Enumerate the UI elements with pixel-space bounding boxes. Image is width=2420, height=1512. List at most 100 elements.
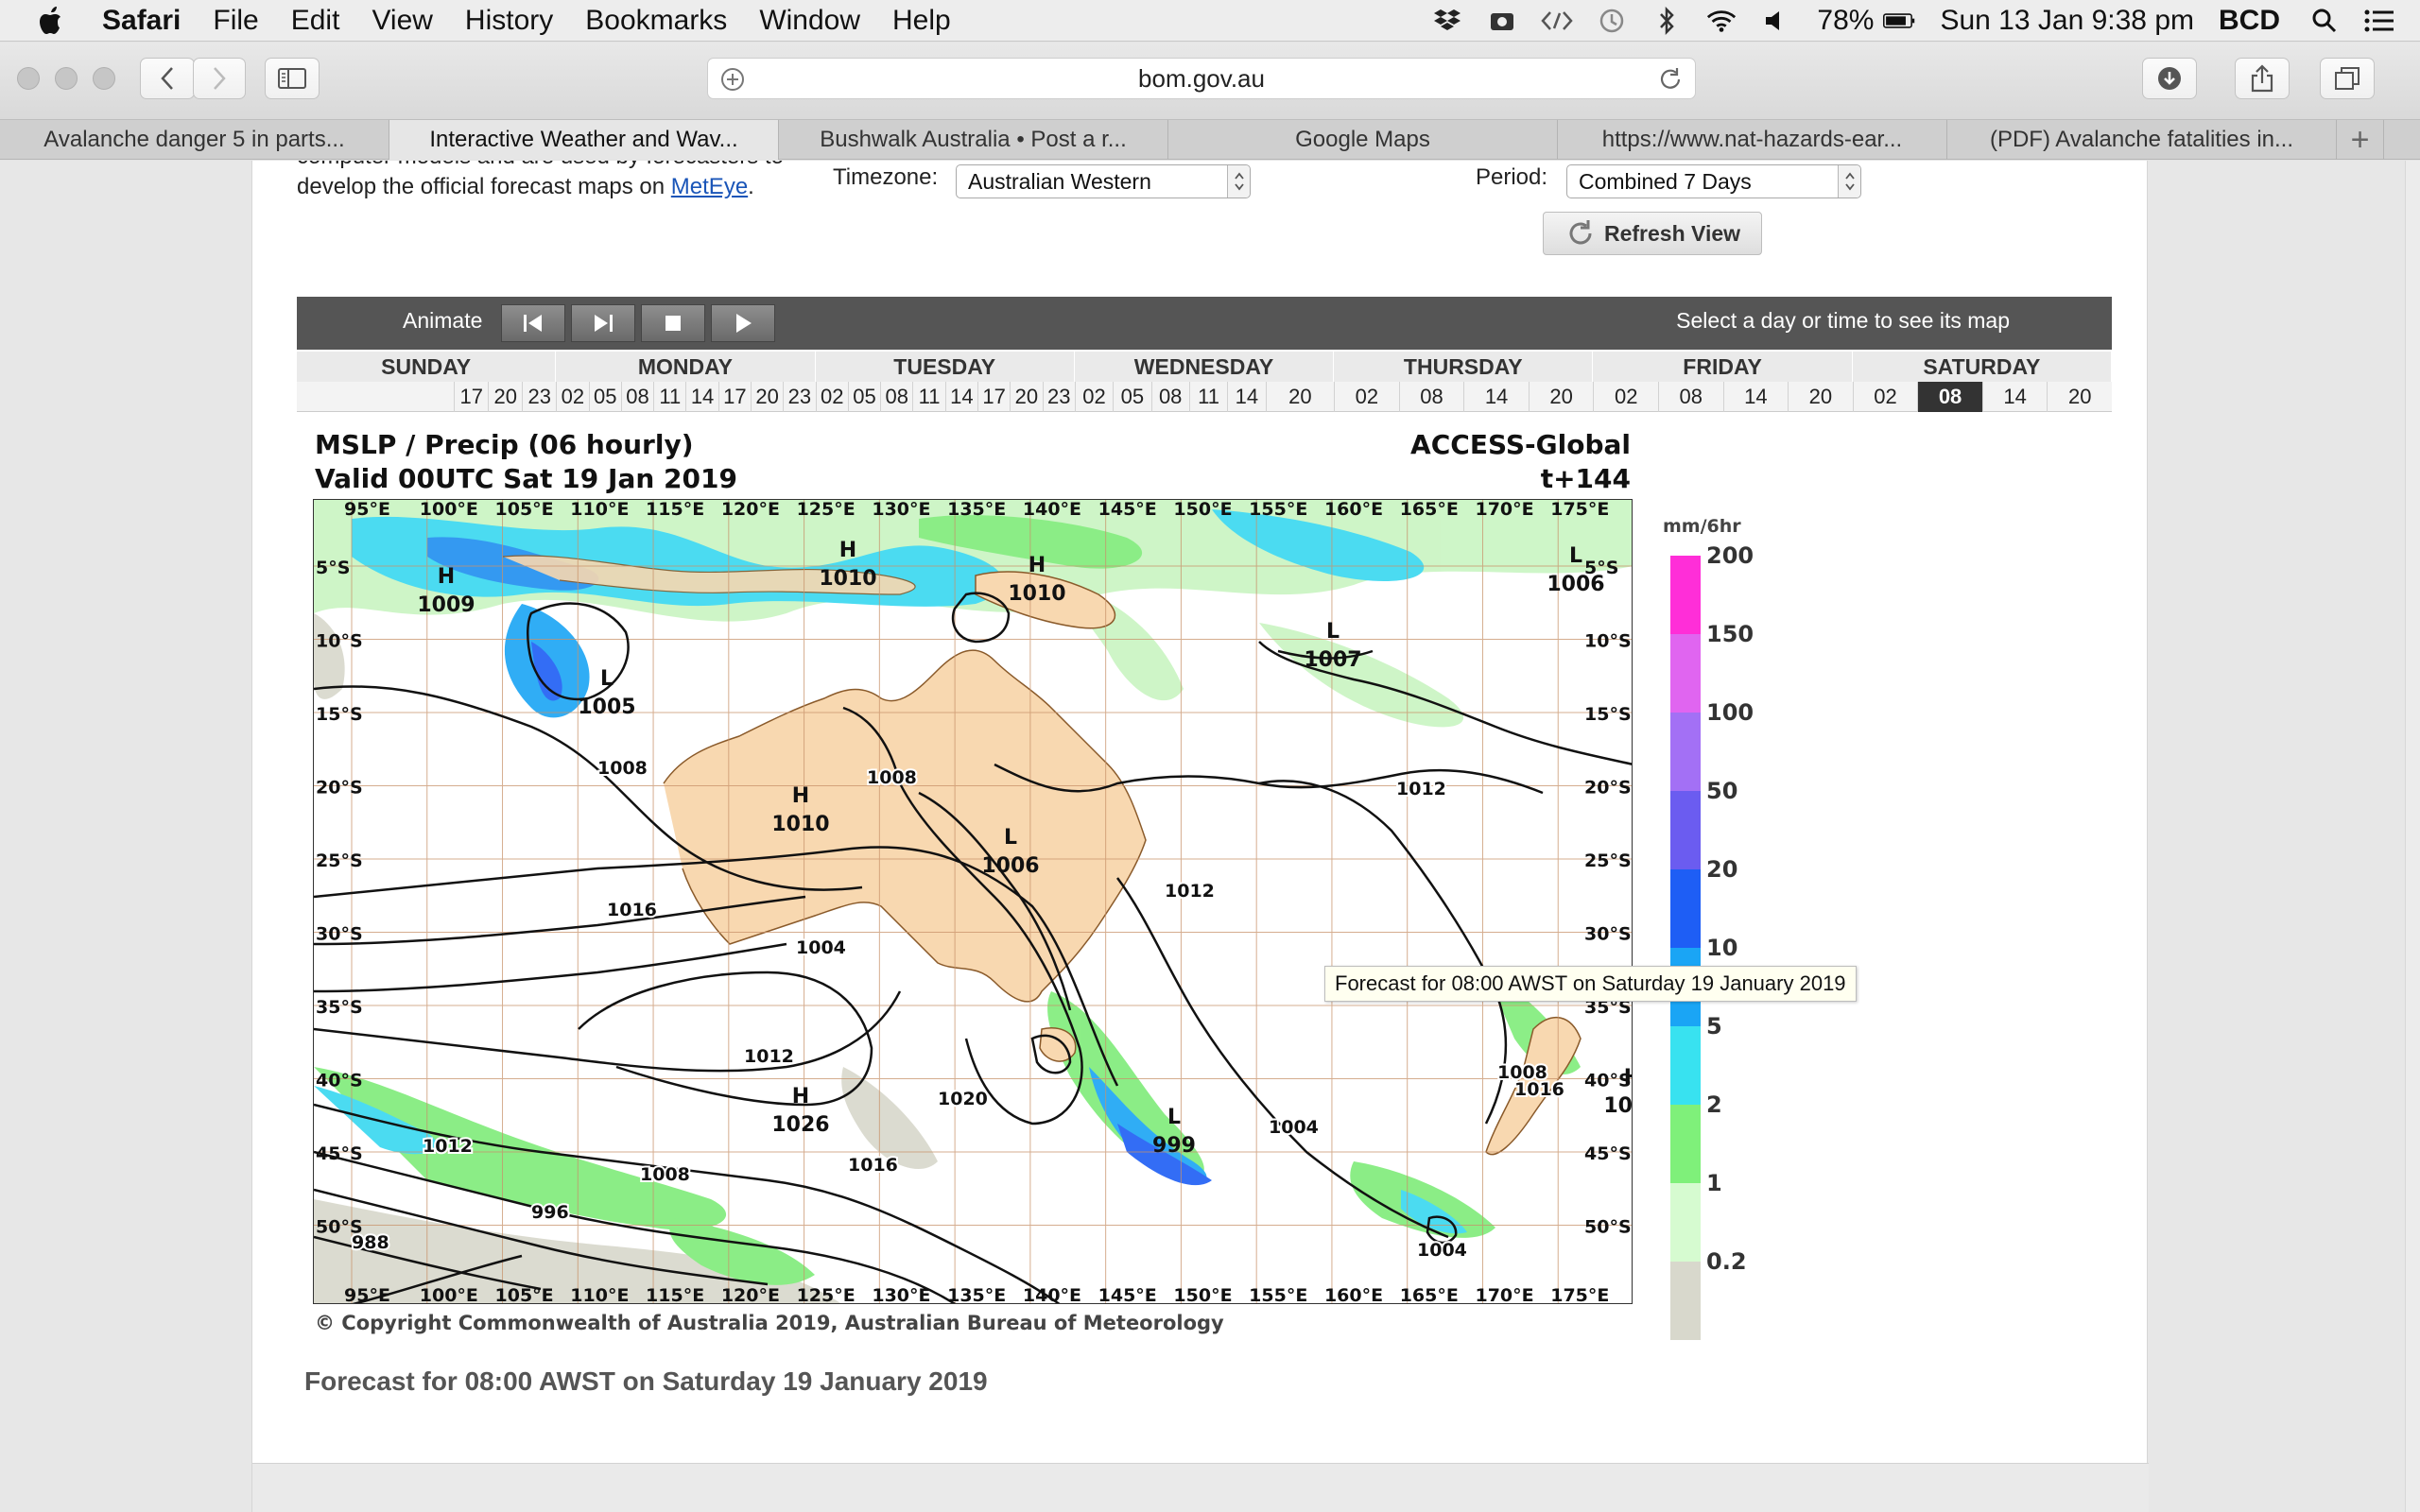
hour-sunday-23[interactable]: 23 <box>522 382 556 412</box>
timezone-select[interactable]: Australian Western <box>956 164 1251 198</box>
hour-tuesday-17[interactable]: 17 <box>977 382 1010 412</box>
hour-monday-05[interactable]: 05 <box>588 382 621 412</box>
apple-icon[interactable] <box>36 5 68 37</box>
hour-wednesday-14[interactable]: 14 <box>1227 382 1265 412</box>
back-button[interactable] <box>140 58 195 99</box>
user-name[interactable]: BCD <box>2219 5 2280 37</box>
volume-icon[interactable] <box>1760 7 1792 35</box>
day-saturday[interactable]: SATURDAY <box>1853 352 2112 382</box>
hour-monday-08[interactable]: 08 <box>620 382 653 412</box>
address-bar[interactable]: bom.gov.au <box>707 58 1696 99</box>
hour-saturday-20[interactable]: 20 <box>2047 382 2112 412</box>
lon-label-top: 120°E <box>721 500 780 520</box>
day-friday[interactable]: FRIDAY <box>1593 352 1853 382</box>
time-machine-icon[interactable] <box>1596 7 1628 35</box>
day-monday[interactable]: MONDAY <box>556 352 816 382</box>
hour-saturday-14[interactable]: 14 <box>1981 382 2048 412</box>
clock[interactable]: Sun 13 Jan 9:38 pm <box>1940 5 2194 37</box>
forecast-map[interactable]: 95°E 95°E 100°E 100°E 105°E 105°E 110°E 110°E 11… <box>313 499 1633 1304</box>
tab-interactive-weather[interactable]: Interactive Weather and Wav... <box>389 120 779 160</box>
hour-thursday-20[interactable]: 20 <box>1528 382 1594 412</box>
page-scrollbar[interactable] <box>2405 161 2420 1512</box>
day-tuesday[interactable]: TUESDAY <box>816 352 1075 382</box>
menu-bookmarks[interactable]: Bookmarks <box>585 5 727 37</box>
first-frame-button[interactable] <box>501 304 565 342</box>
day-wednesday[interactable]: WEDNESDAY <box>1075 352 1335 382</box>
hour-tuesday-02[interactable]: 02 <box>815 382 848 412</box>
hour-sunday-20[interactable]: 20 <box>488 382 522 412</box>
menu-file[interactable]: File <box>213 5 258 37</box>
new-tab-button[interactable]: + <box>2337 120 2384 160</box>
tab-avalanche-fatalities[interactable]: (PDF) Avalanche fatalities in... <box>1947 120 2337 160</box>
tab-overview-button[interactable] <box>2320 58 2375 99</box>
intro-line-1: computer models and are used by forecast… <box>297 161 826 172</box>
hour-monday-20[interactable]: 20 <box>751 382 783 412</box>
minimize-window-button[interactable] <box>55 67 78 90</box>
hour-monday-17[interactable]: 17 <box>717 382 751 412</box>
downloads-button[interactable] <box>2142 58 2197 99</box>
day-thursday[interactable]: THURSDAY <box>1334 352 1594 382</box>
hour-tuesday-05[interactable]: 05 <box>847 382 880 412</box>
hour-monday-11[interactable]: 11 <box>653 382 685 412</box>
dropbox-icon[interactable] <box>1431 7 1463 35</box>
menu-window[interactable]: Window <box>759 5 860 37</box>
tab-bushwalk-australia[interactable]: Bushwalk Australia • Post a r... <box>779 120 1168 160</box>
pressure-centre-type: L <box>1326 620 1340 644</box>
hour-friday-20[interactable]: 20 <box>1788 382 1853 412</box>
stop-button[interactable] <box>641 304 705 342</box>
meteye-link[interactable]: MetEye <box>671 174 748 199</box>
zoom-window-button[interactable] <box>93 67 115 90</box>
menu-app-safari[interactable]: Safari <box>102 5 181 37</box>
hour-monday-02[interactable]: 02 <box>556 382 588 412</box>
battery-icon[interactable] <box>1883 7 1915 35</box>
code-icon[interactable] <box>1541 7 1574 35</box>
menu-help[interactable]: Help <box>892 5 951 37</box>
hour-wednesday-11[interactable]: 11 <box>1188 382 1227 412</box>
tab-avalanche-danger[interactable]: Avalanche danger 5 in parts... <box>0 120 389 160</box>
hour-wednesday-05[interactable]: 05 <box>1113 382 1150 412</box>
hour-thursday-14[interactable]: 14 <box>1463 382 1529 412</box>
next-frame-button[interactable] <box>571 304 635 342</box>
period-select[interactable]: Combined 7 Days <box>1566 164 1861 198</box>
forward-button[interactable] <box>193 58 246 99</box>
close-window-button[interactable] <box>17 67 40 90</box>
hour-tuesday-11[interactable]: 11 <box>912 382 944 412</box>
url-text[interactable]: bom.gov.au <box>1138 64 1265 94</box>
share-button[interactable] <box>2235 58 2290 99</box>
day-sunday[interactable]: SUNDAY <box>297 352 557 382</box>
hour-saturday-08[interactable]: 08 <box>1917 382 1982 412</box>
hour-thursday-08[interactable]: 08 <box>1398 382 1464 412</box>
hour-wednesday-20[interactable]: 20 <box>1265 382 1335 412</box>
lon-label-bottom: 165°E <box>1400 1285 1459 1304</box>
tab-google-maps[interactable]: Google Maps <box>1168 120 1558 160</box>
notification-center-icon[interactable] <box>2363 7 2395 35</box>
sidebar-button[interactable] <box>265 58 320 99</box>
menu-edit[interactable]: Edit <box>291 5 340 37</box>
menu-history[interactable]: History <box>465 5 553 37</box>
menu-view[interactable]: View <box>372 5 432 37</box>
bluetooth-icon[interactable] <box>1651 7 1683 35</box>
wifi-icon[interactable] <box>1705 7 1737 35</box>
tab-nat-hazards[interactable]: https://www.nat-hazards-ear... <box>1558 120 1947 160</box>
add-bookmark-icon[interactable] <box>719 66 746 99</box>
hour-tuesday-20[interactable]: 20 <box>1010 382 1042 412</box>
hour-wednesday-02[interactable]: 02 <box>1074 382 1113 412</box>
hour-friday-02[interactable]: 02 <box>1593 382 1658 412</box>
hour-friday-14[interactable]: 14 <box>1722 382 1789 412</box>
hour-thursday-02[interactable]: 02 <box>1334 382 1399 412</box>
hour-friday-08[interactable]: 08 <box>1658 382 1723 412</box>
play-button[interactable] <box>711 304 775 342</box>
hour-wednesday-08[interactable]: 08 <box>1150 382 1189 412</box>
backup-icon[interactable] <box>1486 7 1518 35</box>
reload-icon[interactable] <box>1657 66 1684 99</box>
hour-sunday-17[interactable]: 17 <box>454 382 488 412</box>
hour-monday-14[interactable]: 14 <box>685 382 717 412</box>
spotlight-search-icon[interactable] <box>2308 7 2341 35</box>
hour-monday-23[interactable]: 23 <box>783 382 815 412</box>
legend-swatch <box>1670 1262 1701 1340</box>
hour-tuesday-14[interactable]: 14 <box>944 382 977 412</box>
hour-tuesday-23[interactable]: 23 <box>1042 382 1075 412</box>
hour-saturday-02[interactable]: 02 <box>1852 382 1918 412</box>
refresh-view-button[interactable]: Refresh View <box>1543 212 1762 255</box>
hour-tuesday-08[interactable]: 08 <box>880 382 912 412</box>
